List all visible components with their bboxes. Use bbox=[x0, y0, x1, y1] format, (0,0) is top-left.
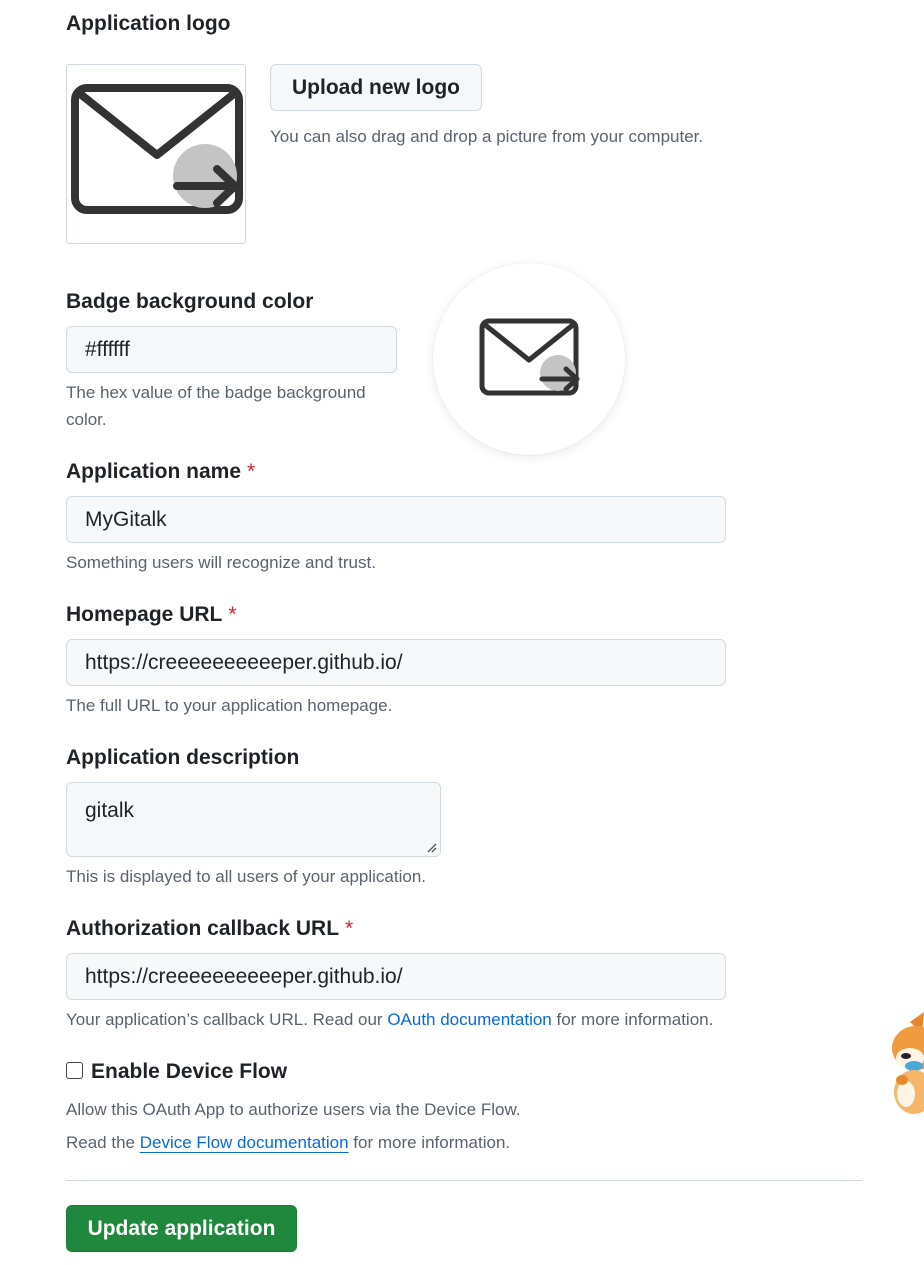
app-name-note: Something users will recognize and trust… bbox=[66, 553, 376, 572]
device-flow-note: Allow this OAuth App to authorize users … bbox=[66, 1100, 521, 1119]
mail-forward-icon bbox=[479, 318, 580, 396]
logo-heading: Application logo bbox=[66, 12, 231, 35]
homepage-url-value: https://creeeeeeeeeeper.github.io/ bbox=[85, 650, 403, 674]
device-flow-read-prefix: Read the bbox=[66, 1133, 140, 1152]
description-note: This is displayed to all users of your a… bbox=[66, 867, 427, 886]
required-marker: * bbox=[247, 460, 256, 483]
badge-color-label: Badge background color bbox=[66, 290, 314, 313]
homepage-label-text: Homepage URL bbox=[66, 603, 223, 626]
fox-mascot-image bbox=[884, 1010, 924, 1115]
app-name-label-text: Application name bbox=[66, 460, 242, 483]
oauth-documentation-link[interactable]: OAuth documentation bbox=[387, 1010, 551, 1029]
badge-color-input[interactable]: #ffffff bbox=[66, 326, 397, 373]
device-flow-checkbox[interactable] bbox=[66, 1062, 83, 1079]
logo-drag-hint: You can also drag and drop a picture fro… bbox=[270, 127, 704, 146]
callback-note: Your application’s callback URL. Read ou… bbox=[66, 1006, 713, 1033]
device-flow-label[interactable]: Enable Device Flow bbox=[91, 1060, 287, 1084]
badge-color-value: #ffffff bbox=[85, 337, 130, 361]
logo-preview bbox=[66, 64, 246, 244]
mail-forward-icon bbox=[71, 84, 243, 214]
app-name-value: MyGitalk bbox=[85, 507, 167, 531]
badge-color-note: The hex value of the badge background co… bbox=[66, 379, 406, 433]
homepage-url-input[interactable]: https://creeeeeeeeeeper.github.io/ bbox=[66, 639, 726, 686]
upload-logo-button[interactable]: Upload new logo bbox=[270, 64, 482, 111]
divider bbox=[66, 1180, 862, 1181]
description-value: gitalk bbox=[85, 799, 135, 822]
resize-handle-icon[interactable] bbox=[426, 842, 437, 853]
callback-url-value: https://creeeeeeeeeeper.github.io/ bbox=[85, 964, 403, 988]
badge-color-note-line1: The hex value of the badge background bbox=[66, 383, 366, 402]
callback-note-suffix: for more information. bbox=[551, 1010, 714, 1029]
update-application-button[interactable]: Update application bbox=[66, 1205, 297, 1252]
app-name-label: Application name * bbox=[66, 460, 255, 484]
required-marker: * bbox=[228, 603, 237, 626]
fox-mascot-icon bbox=[892, 1012, 924, 1114]
device-flow-documentation-link[interactable]: Device Flow documentation bbox=[140, 1133, 349, 1152]
device-flow-read-suffix: for more information. bbox=[348, 1133, 511, 1152]
description-label: Application description bbox=[66, 746, 300, 769]
callback-url-input[interactable]: https://creeeeeeeeeeper.github.io/ bbox=[66, 953, 726, 1000]
badge-color-note-line2: color. bbox=[66, 410, 107, 429]
callback-label: Authorization callback URL * bbox=[66, 917, 353, 941]
required-marker: * bbox=[345, 917, 354, 940]
callback-note-prefix: Your application’s callback URL. Read ou… bbox=[66, 1010, 388, 1029]
callback-label-text: Authorization callback URL bbox=[66, 917, 340, 940]
badge-preview bbox=[433, 263, 625, 455]
device-flow-read-more: Read the Device Flow documentation for m… bbox=[66, 1129, 510, 1156]
homepage-note: The full URL to your application homepag… bbox=[66, 696, 393, 715]
homepage-label: Homepage URL * bbox=[66, 603, 237, 627]
app-name-input[interactable]: MyGitalk bbox=[66, 496, 726, 543]
description-textarea[interactable]: gitalk bbox=[66, 782, 441, 857]
